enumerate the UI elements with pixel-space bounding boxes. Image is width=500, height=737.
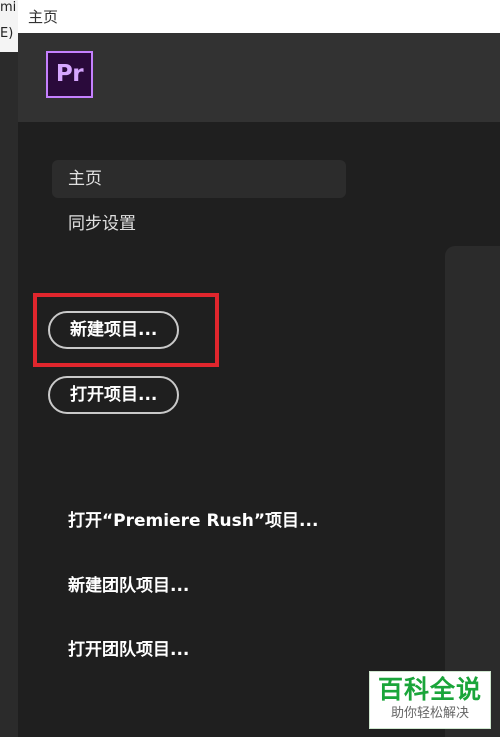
new-team-project-link[interactable]: 新建团队项目...	[68, 571, 189, 596]
background-window-text: mi E)	[0, 0, 18, 52]
window-title-bar[interactable]: 主页	[18, 0, 500, 34]
background-window-line-2: E)	[0, 26, 14, 41]
sidebar-item-home[interactable]: 主页	[52, 160, 346, 198]
watermark-title: 百科全说	[377, 675, 482, 704]
open-team-project-link[interactable]: 打开团队项目...	[68, 635, 189, 660]
open-premiere-rush-project-link[interactable]: 打开“Premiere Rush”项目...	[68, 506, 318, 531]
annotation-highlight-box	[33, 293, 219, 367]
watermark-logo: 百科全说 助你轻松解决	[369, 671, 491, 729]
recent-panel	[445, 246, 500, 737]
background-window: mi E)	[0, 0, 18, 737]
background-window-line-1: mi	[0, 0, 17, 15]
sidebar-item-sync-settings[interactable]: 同步设置	[52, 205, 346, 243]
window-title: 主页	[28, 8, 59, 26]
app-header: Pr	[18, 33, 500, 122]
premiere-pro-logo: Pr	[46, 51, 93, 98]
watermark-subtitle: 助你轻松解决	[390, 706, 469, 721]
open-project-button[interactable]: 打开项目...	[48, 376, 180, 414]
